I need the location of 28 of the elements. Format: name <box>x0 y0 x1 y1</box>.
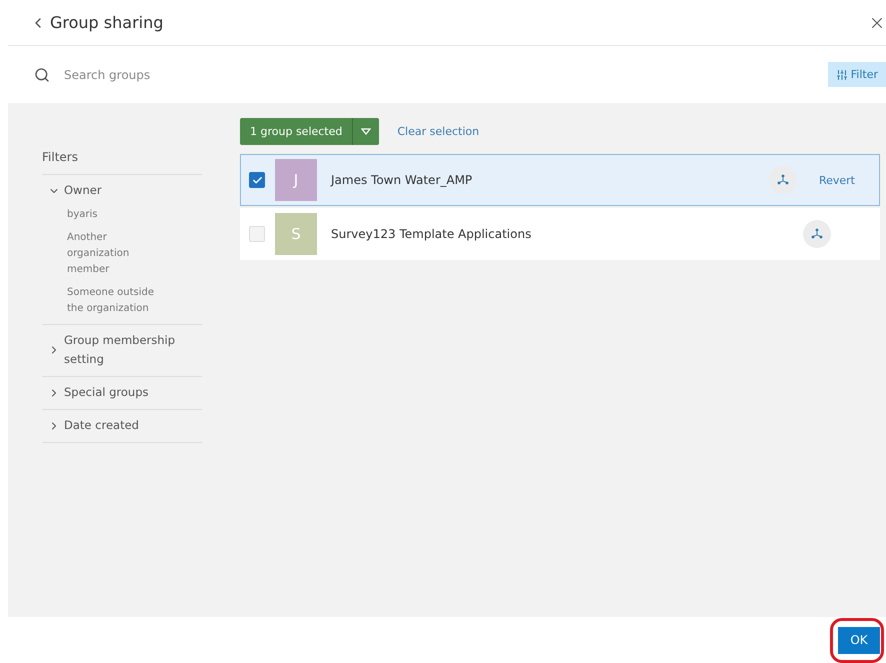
filter-section-toggle[interactable]: Group membership setting <box>48 331 190 369</box>
group-name: James Town Water_AMP <box>331 173 474 187</box>
filter-button[interactable]: Filter <box>828 62 886 87</box>
checkbox[interactable] <box>249 172 265 188</box>
search-icon <box>34 66 50 82</box>
filter-option[interactable]: Someone outside the organization <box>48 285 172 317</box>
revert-button[interactable]: Revert <box>818 174 855 186</box>
group-row[interactable]: J James Town Water_AMP Revert <box>240 154 880 206</box>
group-name: Survey123 Template Applications <box>331 227 532 241</box>
sliders-icon <box>836 68 848 80</box>
filter-section-toggle[interactable]: Date created <box>48 416 139 435</box>
filter-section-toggle[interactable]: Owner <box>48 181 102 200</box>
caret-icon <box>361 128 372 135</box>
group-row[interactable]: S Survey123 Template Applications <box>240 208 880 260</box>
dialog-title: Group sharing <box>50 13 164 32</box>
checkmark-icon <box>252 174 262 186</box>
share-network-icon <box>811 228 823 240</box>
filter-option[interactable]: byaris <box>48 207 172 223</box>
clear-selection-link[interactable]: Clear selection <box>397 125 480 138</box>
group-avatar: J <box>275 159 317 201</box>
ok-button[interactable]: OK <box>838 626 880 654</box>
selection-dropdown[interactable]: 1 group selected <box>240 118 380 145</box>
selection-label: 1 group selected <box>240 118 354 145</box>
filters-heading: Filters <box>42 150 202 175</box>
group-avatar: S <box>275 213 317 255</box>
share-network-icon <box>776 174 789 186</box>
filter-option[interactable]: Another organization member <box>48 230 172 278</box>
filter-section-toggle[interactable]: Special groups <box>48 383 148 402</box>
